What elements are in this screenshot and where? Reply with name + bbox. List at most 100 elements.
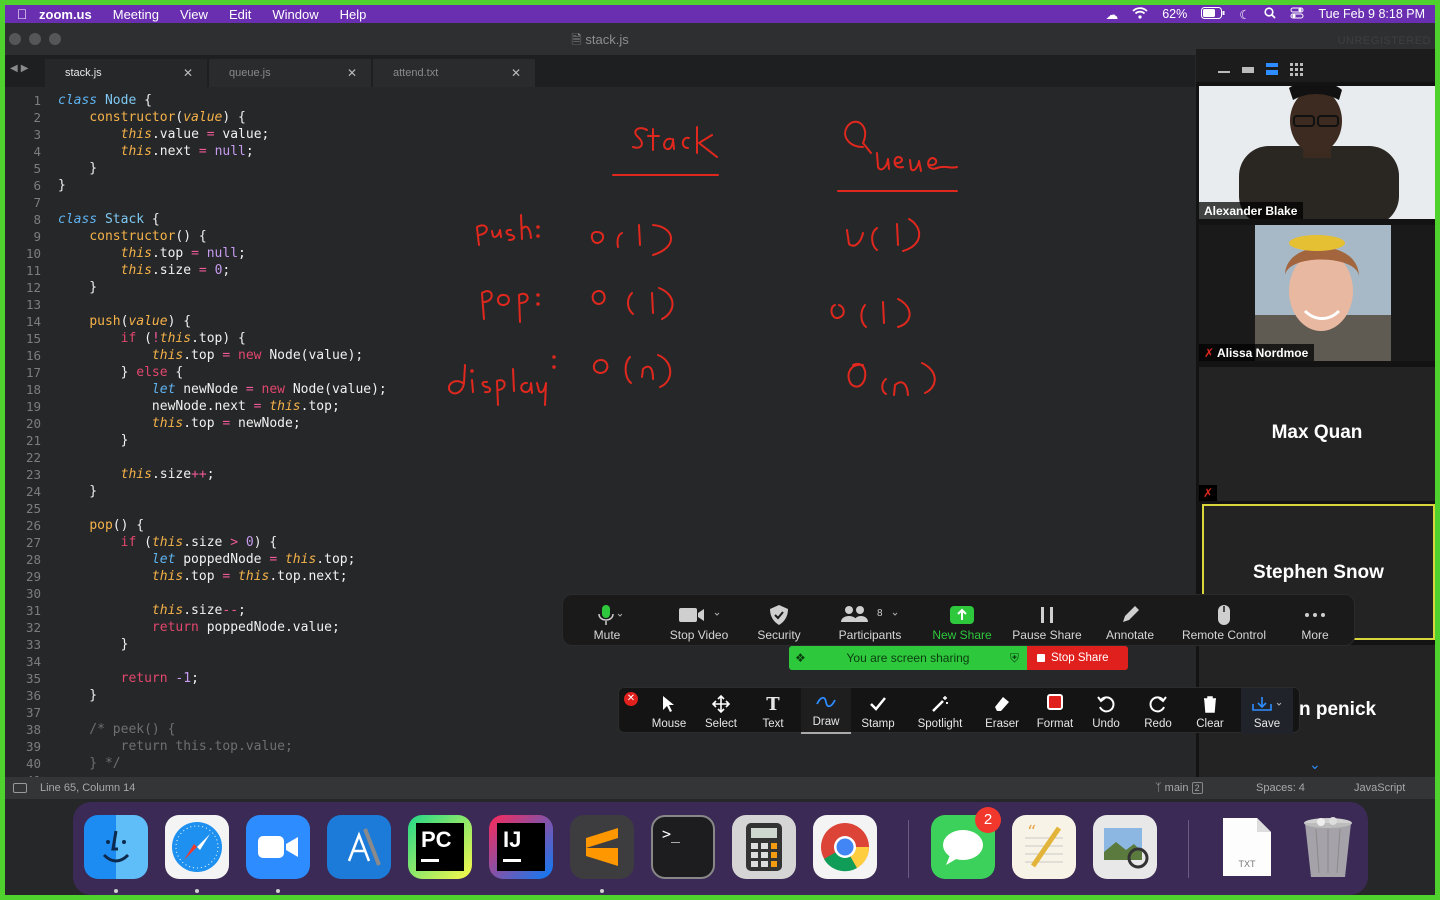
chrome-icon[interactable] [813, 815, 877, 879]
control-center-icon[interactable] [1290, 7, 1304, 22]
close-tab-icon[interactable]: ✕ [347, 66, 357, 80]
cloud-upload-icon[interactable]: ☁ [1106, 7, 1119, 22]
syntax-mode[interactable]: JavaScript [1354, 782, 1405, 794]
text-tool-button[interactable]: T Text [747, 688, 799, 734]
clear-button[interactable]: Clear [1185, 688, 1235, 734]
status-bar: Line 65, Column 14 ᛉ main 2 Spaces: 4 Ja… [5, 777, 1435, 799]
mouse-tool-button[interactable]: Mouse [641, 688, 697, 734]
terminal-icon[interactable]: >_ [651, 815, 715, 879]
spotlight-tool-button[interactable]: Spotlight [909, 688, 971, 734]
scroll-down-icon[interactable]: ⌄ [1309, 756, 1321, 773]
select-tool-button[interactable]: Select [695, 688, 747, 734]
queue-pop-complexity [830, 298, 911, 328]
finder-icon[interactable] [84, 815, 148, 879]
code-editor[interactable]: 1 2 3 4 5 6 7 8 9 10 11 12 13 14 15 16 17 18 19 20 21 22 23 24 2… [5, 87, 1195, 777]
close-annotation-icon[interactable]: ✕ [624, 692, 638, 706]
stop-share-button[interactable]: Stop Share [1027, 646, 1128, 670]
menu-view[interactable]: View [180, 7, 208, 22]
remote-control-button[interactable]: Remote Control [1172, 595, 1276, 647]
undo-button[interactable]: Undo [1081, 688, 1131, 734]
draw-tool-button[interactable]: Draw [801, 688, 851, 734]
intellij-icon[interactable]: IJ [489, 815, 553, 879]
stamp-tool-button[interactable]: Stamp [851, 688, 905, 734]
pycharm-icon[interactable]: PC [408, 815, 472, 879]
magic-wand-icon [932, 696, 948, 712]
speaker-view-icon[interactable] [1266, 63, 1278, 75]
shield-check-icon: ⛨ [1009, 651, 1019, 665]
participants-icon [841, 606, 898, 622]
mouse-icon [1218, 605, 1230, 625]
battery-percent: 62% [1162, 7, 1188, 21]
stop-video-button[interactable]: Stop Video [651, 595, 747, 647]
svg-text:“: “ [1027, 822, 1036, 843]
video-tile-participant[interactable]: Max Quan ✗ [1199, 367, 1435, 501]
participant-name: Alexander Blake [1199, 202, 1304, 219]
toggle-panel-icon[interactable] [13, 783, 27, 793]
handwritten-display-label [447, 355, 556, 406]
menu-window[interactable]: Window [272, 7, 318, 22]
handwritten-pop-label [481, 290, 540, 323]
textedit-icon[interactable]: “ [1012, 815, 1076, 879]
screen-sharing-status[interactable]: ❖ You are screen sharing ⛨ [789, 646, 1027, 670]
menu-meeting[interactable]: Meeting [113, 7, 159, 22]
txt-file-icon[interactable]: TXT [1215, 815, 1279, 879]
battery-icon[interactable] [1201, 6, 1225, 22]
save-button[interactable]: Save [1241, 688, 1293, 734]
indentation-setting[interactable]: Spaces: 4 [1256, 782, 1305, 794]
participant-video [1255, 225, 1391, 361]
wifi-icon[interactable] [1132, 6, 1148, 22]
shared-screen:  zoom.us Meeting View Edit Window Help … [5, 5, 1435, 895]
menu-edit[interactable]: Edit [229, 7, 251, 22]
clock[interactable]: Tue Feb 9 8:18 PM [1318, 7, 1425, 21]
stack-push-complexity [590, 224, 672, 256]
zoom-meeting-controls: Mute Stop Video Security 8 Participants … [562, 594, 1355, 646]
tab-queue-js[interactable]: queue.js ✕ [209, 59, 371, 87]
redo-button[interactable]: Redo [1133, 688, 1183, 734]
pause-share-button[interactable]: Pause Share [1006, 595, 1088, 647]
security-button[interactable]: Security [751, 595, 807, 647]
gallery-view-icon[interactable] [1290, 63, 1303, 76]
muted-mic-icon: ✗ [1204, 346, 1215, 360]
sublime-icon[interactable] [570, 815, 634, 879]
participants-button[interactable]: 8 Participants [815, 595, 925, 647]
tab-stack-js[interactable]: stack.js ✕ [45, 59, 207, 87]
tab-attend-txt[interactable]: attend.txt ✕ [373, 59, 535, 87]
annotation-toolbar: ✕ Mouse Select T Text Draw Stamp Spotlig… [618, 687, 1300, 734]
more-button[interactable]: More [1283, 595, 1347, 647]
apple-menu-icon[interactable]:  [5, 6, 39, 22]
video-tile-participant[interactable]: Alexander Blake [1199, 86, 1435, 219]
microphone-icon [598, 605, 622, 625]
trash-icon[interactable] [1296, 815, 1360, 879]
new-share-button[interactable]: New Share [927, 595, 997, 647]
redo-icon [1149, 696, 1167, 713]
format-tool-button[interactable]: Format [1029, 688, 1081, 734]
menu-app-name[interactable]: zoom.us [39, 7, 92, 22]
pause-icon [1041, 607, 1053, 623]
drag-handle-icon[interactable]: ❖ [795, 646, 806, 670]
muted-mic-icon: ✗ [1199, 485, 1218, 501]
spotlight-search-icon[interactable] [1264, 6, 1277, 22]
xcode-icon[interactable] [327, 815, 391, 879]
close-tab-icon[interactable]: ✕ [183, 66, 193, 80]
git-branch[interactable]: ᛉ main 2 [1155, 782, 1203, 794]
calculator-icon[interactable] [732, 815, 796, 879]
messages-icon[interactable]: 2 [931, 807, 1001, 879]
eraser-tool-button[interactable]: Eraser [975, 688, 1029, 734]
minimize-panel-icon[interactable] [1218, 71, 1230, 73]
tab-nav-arrows-icon[interactable]: ◀▶ [10, 63, 31, 74]
undo-icon [1097, 696, 1115, 713]
cursor-arrow-icon [663, 696, 674, 712]
mute-button[interactable]: Mute [568, 595, 646, 647]
preview-icon[interactable] [1093, 815, 1157, 879]
checkmark-icon [870, 697, 886, 711]
annotate-button[interactable]: Annotate [1096, 595, 1164, 647]
hide-video-icon[interactable] [1242, 67, 1254, 73]
menu-help[interactable]: Help [340, 7, 367, 22]
safari-icon[interactable] [165, 815, 229, 879]
focus-moon-icon[interactable]: ☾ [1239, 7, 1250, 22]
zoom-icon[interactable] [246, 815, 310, 879]
messages-badge: 2 [975, 807, 1001, 833]
close-tab-icon[interactable]: ✕ [511, 66, 521, 80]
video-camera-icon [679, 608, 720, 622]
video-tile-participant[interactable]: ✗ Alissa Nordmoe [1199, 225, 1435, 361]
